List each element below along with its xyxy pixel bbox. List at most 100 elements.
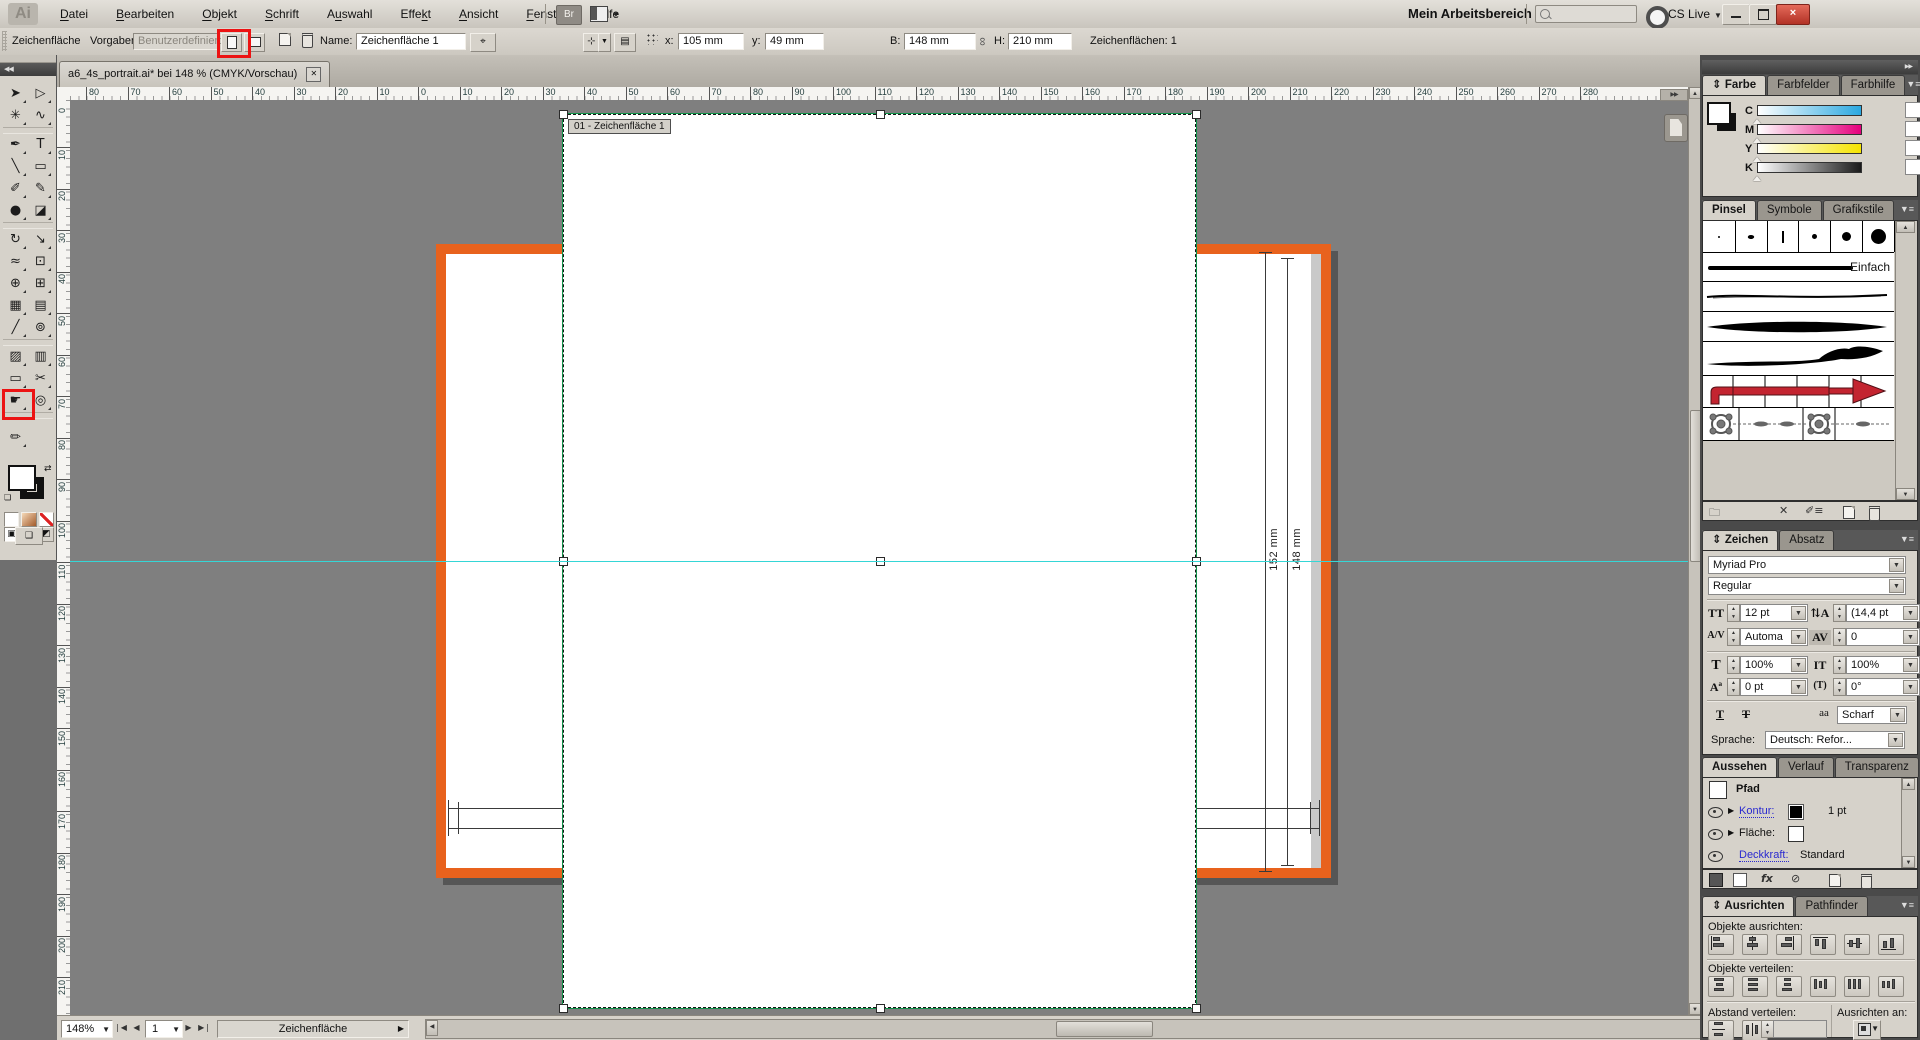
brush-libraries-icon[interactable]: 🗀 [1709,504,1720,523]
type-tool[interactable]: T [28,134,53,156]
tab-verlauf[interactable]: Verlauf [1778,757,1834,777]
symbol-sprayer-tool[interactable]: ▨ [3,346,28,368]
kontur-link[interactable]: Kontur: [1739,805,1774,818]
duplicate-item-icon[interactable] [1829,874,1841,890]
space-v-button[interactable] [1708,1020,1734,1040]
tab-pinsel[interactable]: Pinsel [1702,200,1756,220]
artboard-tool[interactable]: ▭ [3,368,28,390]
previous-artboard-button[interactable]: ◀ [129,1020,144,1036]
expand-triangle-icon[interactable]: ▶ [1728,806,1734,815]
align-v-middle-button[interactable] [1844,934,1870,955]
align-h-right-button[interactable] [1776,934,1802,955]
artboard-handle-sw[interactable] [559,1004,568,1013]
minimize-button[interactable] [1722,4,1750,25]
antialias-select[interactable]: Scharf ▼ [1837,706,1907,724]
c-slider[interactable] [1757,105,1862,116]
new-stroke-icon[interactable] [1709,873,1723,887]
brush-fude[interactable] [1703,342,1894,376]
blob-brush-tool[interactable]: ● [3,200,28,222]
document-tab[interactable]: a6_4s_portrait.ai* bei 148 % (CMYK/Vorsc… [59,61,330,87]
collapse-toolbar-button[interactable]: ◀◀ [0,63,56,76]
close-tab-icon[interactable]: ✕ [306,67,321,82]
scroll-down-icon[interactable]: ▼ [1902,856,1915,868]
ruler-corner[interactable] [57,87,71,101]
artboard-name-tag[interactable]: 01 - Zeichenfläche 1 [568,119,671,134]
leading-stepper[interactable]: ▲▼ [1833,604,1846,622]
close-button[interactable]: × [1776,4,1810,25]
status-flyout-icon[interactable]: ▶ [398,1021,404,1037]
y-input[interactable]: 49 mm [765,33,824,50]
tab-farbfelder[interactable]: Farbfelder [1767,75,1839,95]
spacing-input[interactable] [1773,1020,1827,1038]
width-tool[interactable]: ≈ [3,251,28,273]
horizontal-scale-stepper[interactable]: ▲▼ [1727,656,1740,674]
c-value-input[interactable]: 0 [1905,102,1920,118]
default-fill-stroke-icon[interactable]: ❏ [4,493,11,502]
flaeche-row[interactable]: ▶ Fläche: [1704,823,1916,846]
first-artboard-button[interactable]: ❘◀ [113,1020,128,1036]
aussehen-scrollbar[interactable]: ▲ ▼ [1901,778,1916,868]
align-v-top-button[interactable] [1810,934,1836,955]
tab-ausrichten[interactable]: ⇕ Ausrichten [1702,896,1794,916]
artboard-presets-arrow[interactable]: ▼ [598,33,611,52]
none-button[interactable] [39,512,54,527]
workspace-switcher[interactable]: Mein Arbeitsbereich▼ [1408,0,1544,28]
y-slider[interactable] [1757,143,1862,154]
deckkraft-link[interactable]: Deckkraft: [1739,849,1789,862]
visibility-eye-icon[interactable] [1708,829,1723,840]
gradient-button[interactable] [21,512,36,527]
horizontal-guide[interactable] [70,561,1688,562]
dist-v-center-button[interactable] [1742,976,1768,997]
last-artboard-button[interactable]: ▶❘ [197,1020,212,1036]
character-rotation-select[interactable]: 0° ▼ [1846,678,1920,696]
visibility-eye-icon[interactable] [1708,851,1723,862]
panel-grip[interactable] [2,31,7,51]
brush-charcoal[interactable] [1703,282,1894,312]
dist-v-top-button[interactable] [1708,976,1734,997]
fill-stroke-control[interactable]: ⇄ ❏ [4,463,54,509]
dist-h-right-button[interactable] [1878,976,1904,997]
collapse-dock-button[interactable]: ▶▶ [1905,63,1912,70]
pencil-tool[interactable]: ✎ [28,178,53,200]
tab-farbhilfe[interactable]: Farbhilfe [1841,75,1906,95]
free-transform-tool[interactable]: ⊡ [28,251,53,273]
brush-calligraphic-6[interactable] [1862,221,1895,252]
menu-schrift[interactable]: Schrift [251,0,313,28]
vertical-scale-select[interactable]: 100% ▼ [1846,656,1920,674]
tab-transparenz[interactable]: Transparenz [1835,757,1919,777]
delete-artboard-button[interactable] [298,33,316,50]
strikethrough-button[interactable]: T [1735,707,1757,722]
horizontal-scale-select[interactable]: 100% ▼ [1740,656,1808,674]
tracking-select[interactable]: 0 ▼ [1846,628,1920,646]
brush-calligraphic-3[interactable] [1767,221,1800,252]
page-flyout-icon[interactable] [1664,114,1688,142]
height-input[interactable]: 210 mm [1008,33,1072,50]
tab-aussehen[interactable]: Aussehen [1702,757,1777,777]
y-value-input[interactable]: 0 [1905,140,1920,156]
scroll-down-icon[interactable]: ▼ [1896,488,1915,500]
selection-tool[interactable]: ➤ [3,83,28,105]
panel-menu-icon[interactable]: ▼≡ [1906,75,1920,95]
appearance-item-row[interactable]: Pfad [1704,779,1916,802]
artboard-handle-s[interactable] [876,1004,885,1013]
canvas[interactable]: 152 mm 148 mm 01 - Zeichenfläche 1 [70,100,1688,1015]
mesh-tool[interactable]: ▦ [3,295,28,317]
artboard-number-select[interactable]: 1 ▼ [145,1020,183,1038]
font-family-select[interactable]: Myriad Pro ▼ [1708,556,1906,574]
menu-datei[interactable]: Datei [46,0,102,28]
fill-swatch[interactable] [8,465,36,491]
horizontal-scrollbar[interactable]: ◀ ▶ [425,1019,1729,1039]
brush-calligraphic-2[interactable] [1735,221,1768,252]
new-fill-icon[interactable] [1733,873,1747,887]
bridge-button[interactable]: Br [556,5,582,25]
graph-tool[interactable]: ▥ [28,346,53,368]
perspective-grid-tool[interactable]: ⊞ [28,273,53,295]
stroke-color-swatch[interactable] [1788,804,1804,820]
brush-scrollbar[interactable]: ▲ ▼ [1895,221,1916,500]
swap-fill-stroke-icon[interactable]: ⇄ [44,463,52,474]
width-input[interactable]: 148 mm [904,33,976,50]
leading-select[interactable]: (14,4 pt ▼ [1846,604,1920,622]
m-slider[interactable] [1757,124,1862,135]
tab-grafikstile[interactable]: Grafikstile [1823,200,1894,220]
font-size-stepper[interactable]: ▲▼ [1727,604,1740,622]
